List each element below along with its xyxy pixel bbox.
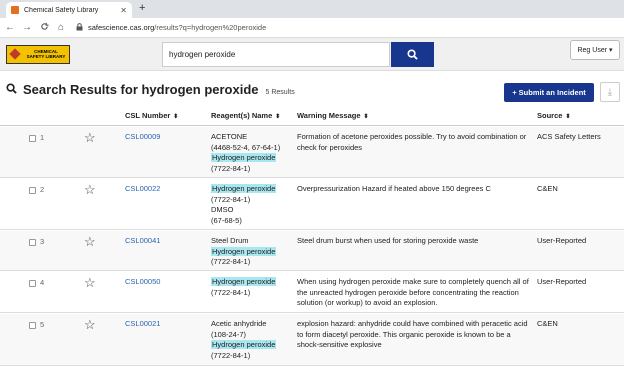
row-index: 3 [40,237,45,246]
reagents-cell: Acetic anhydride (108-24-7) Hydrogen per… [211,319,277,360]
favorite-star-icon[interactable]: ☆ [84,276,96,289]
warning-cell: Formation of acetone peroxides possible.… [297,132,527,152]
favorite-star-icon[interactable]: ☆ [84,131,96,144]
lock-icon [76,22,83,33]
reagent-highlight: Hydrogen peroxide [211,340,277,349]
browser-tabbar: Chemical Safety Library ✕ + [0,0,624,18]
reagent-highlight: Hydrogen peroxide [211,184,277,193]
column-source[interactable]: Source ⬍ [537,111,570,120]
table-row: 2 ☆ CSL00022 Hydrogen peroxide (7722-84-… [0,179,624,230]
reagent-highlight: Hydrogen peroxide [211,153,277,162]
csl-link[interactable]: CSL00022 [125,184,160,195]
row-checkbox[interactable] [29,239,36,246]
row-index: 1 [40,133,45,142]
new-tab-button[interactable]: + [139,2,145,14]
table-row: 3 ☆ CSL00041 Steel Drum Hydrogen peroxid… [0,231,624,271]
csl-link[interactable]: CSL00009 [125,132,160,143]
table-row: 1 ☆ CSL00009 ACETONE (4468-52-4, 67-64-1… [0,127,624,178]
row-index: 5 [40,320,45,329]
sort-icon: ⬍ [173,114,179,120]
table-row: 5 ☆ CSL00021 Acetic anhydride (108-24-7)… [0,314,624,366]
reagent-highlight: Hydrogen peroxide [211,277,277,286]
warning-cell: explosion hazard: anhydride could have c… [297,319,528,349]
row-checkbox[interactable] [29,135,36,142]
reagent-highlight: Hydrogen peroxide [211,246,277,256]
address-bar: ← → ⌂ safescience.cas.org /results?q=hyd… [0,18,624,38]
source-cell: User-Reported [537,277,587,286]
download-icon: ⤓ [607,86,613,98]
favorite-star-icon[interactable]: ☆ [84,235,96,248]
home-icon[interactable]: ⌂ [54,22,68,33]
csl-link[interactable]: CSL00050 [125,277,160,288]
column-warning[interactable]: Warning Message ⬍ [297,111,369,120]
row-index: 2 [40,185,45,194]
source-cell: User-Reported [537,236,587,245]
favicon-icon [11,6,19,14]
row-index: 4 [40,278,45,287]
user-menu-button[interactable]: Reg User ▾ [570,40,620,60]
warning-cell: Overpressurization Hazard if heated abov… [297,184,491,193]
page-title: Search Results for hydrogen peroxide [23,82,259,97]
reagents-cell: Hydrogen peroxide (7722-84-1) DMSO (67-6… [211,184,277,225]
logo-text: CHEMICAL SAFETY LIBRARY [23,46,69,63]
row-checkbox[interactable] [29,280,36,287]
search-icon [407,49,418,60]
sort-icon: ⬍ [565,114,571,120]
row-checkbox[interactable] [29,187,36,194]
source-cell: C&EN [537,184,558,193]
sort-icon: ⬍ [275,114,281,120]
csl-link[interactable]: CSL00021 [125,319,160,330]
download-button[interactable]: ⤓ [600,82,620,102]
source-cell: C&EN [537,319,558,328]
forward-icon[interactable]: → [20,22,34,33]
url-path: /results?q=hydrogen%20peroxide [154,23,267,32]
tab-close-icon[interactable]: ✕ [120,6,127,15]
reagents-cell: Hydrogen peroxide (7722-84-1) [211,277,277,297]
results-header: Search Results for hydrogen peroxide 5 R… [6,82,295,97]
reagents-cell: Steel Drum Hydrogen peroxide (7722-84-1) [211,236,277,266]
results-count: 5 Results [265,89,295,96]
favorite-star-icon[interactable]: ☆ [84,318,96,331]
column-reagents[interactable]: Reagent(s) Name ⬍ [211,111,280,120]
search-icon [6,83,17,97]
logo[interactable]: CHEMICAL SAFETY LIBRARY [6,45,70,64]
browser-tab[interactable]: Chemical Safety Library ✕ [6,2,132,18]
reagents-cell: ACETONE (4468-52-4, 67-64-1) Hydrogen pe… [211,132,281,173]
url-host: safescience.cas.org [88,23,155,32]
warning-cell: When using hydrogen peroxide make sure t… [297,277,529,307]
favorite-star-icon[interactable]: ☆ [84,183,96,196]
search-button[interactable] [391,42,434,67]
reload-icon[interactable] [37,22,51,34]
csl-link[interactable]: CSL00041 [125,236,160,247]
tab-title: Chemical Safety Library [24,6,99,14]
url-field[interactable]: safescience.cas.org /results?q=hydrogen%… [76,22,267,33]
table-header: CSL Number ⬍ Reagent(s) Name ⬍ Warning Mes… [0,106,624,126]
back-icon[interactable]: ← [3,22,17,33]
table-row: 4 ☆ CSL00050 Hydrogen peroxide (7722-84-… [0,272,624,313]
hazard-diamond-icon [7,46,23,63]
warning-cell: Steel drum burst when used for storing p… [297,236,479,245]
app-header: CHEMICAL SAFETY LIBRARY hydrogen peroxid… [0,38,624,71]
column-csl-number[interactable]: CSL Number ⬍ [125,111,178,120]
search-input[interactable]: hydrogen peroxide [162,42,390,67]
row-checkbox[interactable] [29,322,36,329]
submit-incident-button[interactable]: + Submit an Incident [504,83,594,102]
source-cell: ACS Safety Letters [537,132,601,141]
sort-icon: ⬍ [363,114,369,120]
